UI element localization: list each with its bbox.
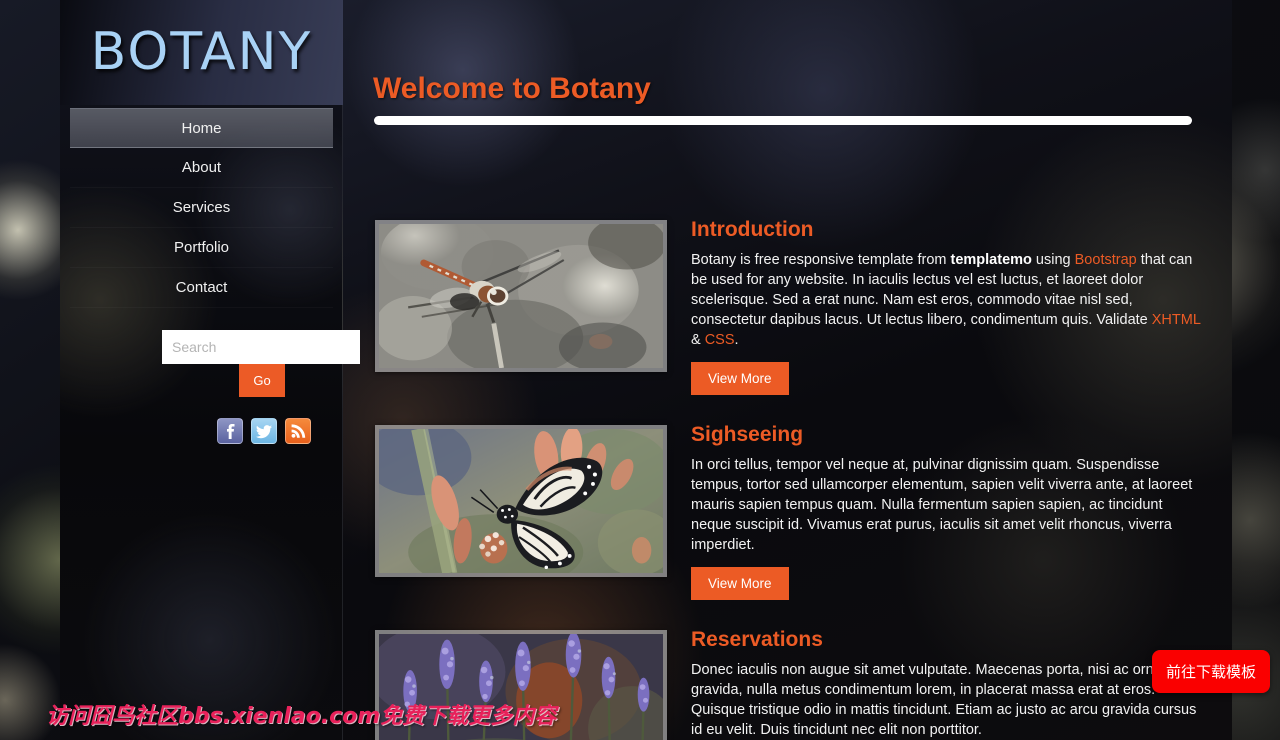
sidebar-item-home[interactable]: Home bbox=[70, 108, 333, 148]
inline-link[interactable]: Bootstrap bbox=[1075, 252, 1137, 268]
section-text: Donec iaculis non augue sit amet vulputa… bbox=[691, 662, 1197, 738]
reservations-body: Reservations Donec iaculis non augue sit… bbox=[691, 628, 1203, 740]
section-text: In orci tellus, tempor vel neque at, pul… bbox=[691, 457, 1193, 553]
section-title: Introduction bbox=[691, 218, 814, 241]
sidebar-item-services[interactable]: Services bbox=[70, 188, 333, 228]
site-logo[interactable]: BOTANY bbox=[60, 12, 343, 92]
page-title: Welcome to Botany bbox=[373, 72, 651, 105]
dragonfly-photo[interactable] bbox=[375, 220, 667, 372]
page-root: BOTANY Home About Services Portfolio Con… bbox=[0, 0, 1280, 740]
search-form: Go bbox=[162, 330, 362, 397]
section-title: Sighseeing bbox=[691, 423, 804, 446]
section-title: Reservations bbox=[691, 628, 823, 651]
sidebar-item-portfolio[interactable]: Portfolio bbox=[70, 228, 333, 268]
main-navigation: Home About Services Portfolio Contact bbox=[70, 108, 333, 308]
title-divider bbox=[374, 116, 1192, 125]
sidebar: BOTANY Home About Services Portfolio Con… bbox=[60, 0, 360, 740]
rss-icon[interactable] bbox=[285, 418, 311, 444]
sidebar-item-about[interactable]: About bbox=[70, 148, 333, 188]
twitter-icon[interactable] bbox=[251, 418, 277, 444]
search-input[interactable] bbox=[162, 330, 360, 364]
view-more-button-sighseeing[interactable]: View More bbox=[691, 567, 789, 600]
sighseeing-body: Sighseeing In orci tellus, tempor vel ne… bbox=[691, 423, 1203, 600]
search-go-button[interactable]: Go bbox=[239, 364, 285, 397]
view-more-button-introduction[interactable]: View More bbox=[691, 362, 789, 395]
download-template-button[interactable]: 前往下载模板 bbox=[1151, 650, 1270, 693]
sidebar-item-contact[interactable]: Contact bbox=[70, 268, 333, 308]
facebook-icon[interactable] bbox=[217, 418, 243, 444]
inline-link[interactable]: XHTML bbox=[1152, 312, 1201, 328]
introduction-body: Introduction Botany is free responsive t… bbox=[691, 218, 1203, 395]
site-watermark: 访问囧鸟社区bbs.xienlao.com免费下载更多内容 bbox=[46, 704, 557, 729]
inline-link[interactable]: CSS bbox=[705, 332, 735, 348]
section-text: Botany is free responsive template from … bbox=[691, 252, 1201, 348]
butterfly-photo[interactable] bbox=[375, 425, 667, 577]
content-panel: Welcome to Botany Introduction Botany is… bbox=[343, 0, 1232, 740]
social-links bbox=[217, 418, 313, 446]
